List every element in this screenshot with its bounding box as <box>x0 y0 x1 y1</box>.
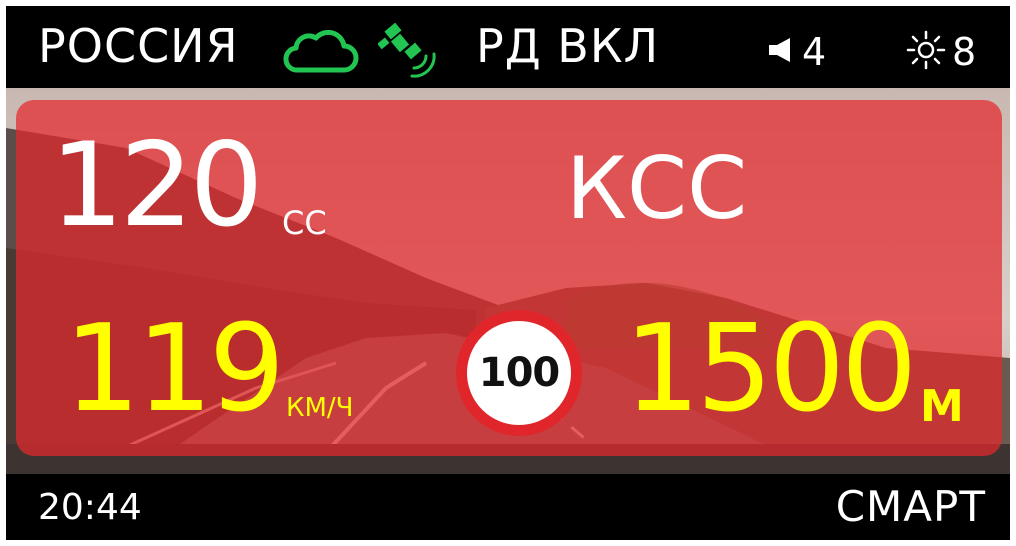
radar-mode-label: РД ВКЛ <box>476 19 660 73</box>
distance-value: 1500 <box>624 300 917 439</box>
speaker-icon <box>769 38 790 62</box>
gps-satellite-icon <box>378 22 436 78</box>
speed-limit-sign-value: 100 <box>478 350 561 396</box>
brightness-level: 8 <box>952 30 978 74</box>
profile-mode-label: СМАРТ <box>835 482 986 531</box>
sun-icon <box>906 30 946 70</box>
clock: 20:44 <box>38 487 142 528</box>
region-label: РОССИЯ <box>38 19 239 73</box>
volume-level: 4 <box>802 30 828 74</box>
radar-detector-screen: РОССИЯ РД ВКЛ 4 8 120 СС КСС 119 КМ/Ч 10… <box>0 0 1016 546</box>
speed-limit-unit: СС <box>282 204 327 242</box>
current-speed-unit: КМ/Ч <box>286 393 354 423</box>
top-status-bar: РОССИЯ РД ВКЛ 4 8 <box>6 6 1010 88</box>
distance-unit: М <box>920 381 964 432</box>
cloud-icon <box>283 29 359 73</box>
current-speed-value: 119 <box>64 300 285 439</box>
bottom-status-bar: 20:44 СМАРТ <box>6 474 1010 540</box>
camera-type-label: КСС <box>566 139 748 239</box>
speed-limit-sign-icon: 100 <box>456 310 582 436</box>
speed-limit-value: 120 <box>50 118 263 253</box>
alert-area: 120 СС КСС 119 КМ/Ч 100 1500 М <box>6 88 1010 474</box>
